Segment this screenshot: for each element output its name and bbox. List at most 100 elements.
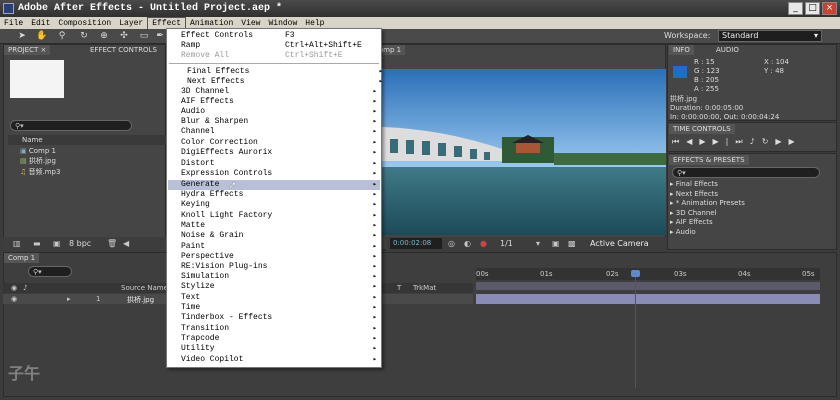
tab-audio[interactable]: AUDIO [712, 45, 743, 55]
tab-timeline-comp-1[interactable]: Comp 1 [4, 253, 40, 263]
submenu-aif-effects[interactable]: AIF Effects [181, 97, 377, 107]
project-item[interactable]: ▤ 拱桥.jpg [20, 156, 56, 166]
source-name-header[interactable]: Source Name [121, 284, 168, 292]
submenu-stylize[interactable]: Stylize [181, 282, 377, 292]
loop-icon[interactable]: ↻ [762, 137, 776, 146]
new-comp-icon[interactable]: ▣ [53, 239, 61, 248]
submenu-keying[interactable]: Keying [181, 200, 377, 210]
submenu-perspective[interactable]: Perspective [181, 252, 377, 262]
tab-time-controls[interactable]: TIME CONTROLS [669, 124, 735, 134]
menu-remove-all[interactable]: Remove All [181, 51, 229, 61]
selection-tool-icon[interactable]: ➤ [16, 30, 28, 42]
submenu-knoll-light-factory[interactable]: Knoll Light Factory [181, 211, 377, 221]
play-icon[interactable]: ▶ [699, 137, 712, 146]
submenu-utility[interactable]: Utility [181, 344, 377, 354]
trash-icon[interactable]: 🗑 [107, 239, 117, 248]
project-search-input[interactable]: ⚲▾ [10, 120, 132, 131]
menu-separator [169, 63, 379, 64]
minimize-button[interactable]: _ [788, 2, 803, 15]
effects-category[interactable]: ▸ Final Effects [670, 180, 745, 190]
submenu-paint[interactable]: Paint [181, 242, 377, 252]
work-area-bar[interactable] [476, 282, 820, 290]
effects-category[interactable]: ▸ Audio [670, 228, 745, 238]
effects-search-input[interactable]: ⚲▾ [672, 167, 820, 178]
tab-info[interactable]: INFO [669, 45, 694, 55]
submenu-distort[interactable]: Distort [181, 159, 377, 169]
layer-name[interactable]: 拱桥.jpg [127, 295, 154, 305]
bpc-label[interactable]: 8 bpc [69, 239, 91, 248]
camera-tool-icon[interactable]: ⊕ [98, 30, 110, 42]
submenu-re-vision-plug-ins[interactable]: RE:Vision Plug-ins [181, 262, 377, 272]
effects-category[interactable]: ▸ Next Effects [670, 190, 745, 200]
effects-category-label: AIF Effects [675, 218, 713, 227]
workspace-select[interactable]: Standard ▾ [718, 30, 822, 42]
resolution-select[interactable]: 1/1 [500, 239, 513, 248]
pen-tool-icon[interactable]: ✒ [154, 30, 166, 42]
submenu-tinderbox-effects[interactable]: Tinderbox - Effects [181, 313, 377, 323]
show-snapshot-icon[interactable]: ◐ [464, 239, 471, 248]
expand-icon[interactable]: ▸ [67, 295, 71, 303]
first-frame-icon[interactable]: ⏮ [672, 137, 686, 146]
layer-bar[interactable] [476, 294, 820, 304]
transparency-grid-icon[interactable]: ▩ [568, 239, 576, 248]
menu-effect-controls[interactable]: Effect Controls [181, 31, 253, 41]
effects-category[interactable]: ▸ AIF Effects [670, 218, 745, 228]
eye-icon[interactable]: ◉ [11, 284, 17, 292]
submenu-audio[interactable]: Audio [181, 107, 377, 117]
rotate-tool-icon[interactable]: ↻ [78, 30, 90, 42]
submenu-transition[interactable]: Transition [181, 324, 377, 334]
color-channel-icon[interactable]: ● [480, 239, 487, 248]
project-item[interactable]: ▣ Comp 1 [20, 146, 56, 156]
submenu-generate[interactable]: Generate [181, 180, 377, 190]
name-column-header[interactable]: Name [22, 135, 43, 145]
scroll-left-icon[interactable]: ◀ [123, 239, 129, 248]
ram-preview-icon[interactable]: ▶▶ [775, 137, 801, 146]
hand-tool-icon[interactable]: ✋ [36, 30, 48, 42]
time-ruler[interactable]: 00s 01s 02s 03s 04s 05s [476, 268, 820, 280]
last-frame-icon[interactable]: ⏭ [735, 137, 749, 146]
submenu-trapcode[interactable]: Trapcode [181, 334, 377, 344]
interpret-footage-icon[interactable]: ▥ [13, 239, 21, 248]
menu-ramp[interactable]: Ramp [181, 41, 200, 51]
effects-category[interactable]: ▸ 3D Channel [670, 209, 745, 219]
zoom-tool-icon[interactable]: ⚲ [56, 30, 68, 42]
current-time-indicator[interactable] [631, 270, 640, 277]
submenu-channel[interactable]: Channel [181, 127, 377, 137]
submenu-color-correction[interactable]: Color Correction [181, 138, 377, 148]
submenu-video-copilot[interactable]: Video Copilot [181, 355, 377, 365]
timeline-search-input[interactable]: ⚲▾ [28, 266, 72, 277]
tab-project[interactable]: PROJECT × [4, 45, 51, 55]
maximize-button[interactable]: □ [805, 2, 820, 15]
close-button[interactable]: × [822, 2, 837, 15]
audio-toggle-icon[interactable]: ♪ [23, 284, 27, 292]
submenu-3d-channel[interactable]: 3D Channel [181, 87, 377, 97]
composition-viewer[interactable] [382, 69, 666, 235]
next-frame-icon[interactable]: ▶| [713, 137, 736, 146]
audio-icon[interactable]: ♪ [750, 137, 762, 146]
submenu-matte[interactable]: Matte [181, 221, 377, 231]
pan-tool-icon[interactable]: ✣ [118, 30, 130, 42]
comp-timecode[interactable]: 0:00:02:08 [390, 238, 442, 249]
submenu-blur-sharpen[interactable]: Blur & Sharpen [181, 117, 377, 127]
playhead[interactable] [635, 270, 636, 388]
submenu-hydra-effects[interactable]: Hydra Effects [181, 190, 377, 200]
tab-effects-presets[interactable]: EFFECTS & PRESETS [669, 155, 749, 165]
project-item[interactable]: ♫ 音频.mp3 [20, 167, 60, 177]
submenu-noise-grain[interactable]: Noise & Grain [181, 231, 377, 241]
submenu-text[interactable]: Text [181, 293, 377, 303]
submenu-time[interactable]: Time [181, 303, 377, 313]
region-of-interest-icon[interactable]: ▣ [552, 239, 560, 248]
tab-effect-controls[interactable]: EFFECT CONTROLS [86, 45, 161, 55]
active-camera-select[interactable]: Active Camera [590, 239, 649, 248]
submenu-expression-controls[interactable]: Expression Controls [181, 169, 377, 179]
submenu-digieffects-aurorix[interactable]: DigiEffects Aurorix [181, 148, 377, 158]
visibility-icon[interactable]: ◉ [11, 295, 17, 303]
submenu-simulation[interactable]: Simulation [181, 272, 377, 282]
submenu-next-effects[interactable]: Next Effects [187, 77, 383, 87]
snapshot-icon[interactable]: ◎ [448, 239, 455, 248]
submenu-final-effects[interactable]: Final Effects [187, 67, 383, 77]
new-folder-icon[interactable]: ▬ [33, 239, 41, 248]
mask-tool-icon[interactable]: ▭ [138, 30, 150, 42]
effects-category[interactable]: ▸ * Animation Presets [670, 199, 745, 209]
prev-frame-icon[interactable]: ◀ [686, 137, 699, 146]
